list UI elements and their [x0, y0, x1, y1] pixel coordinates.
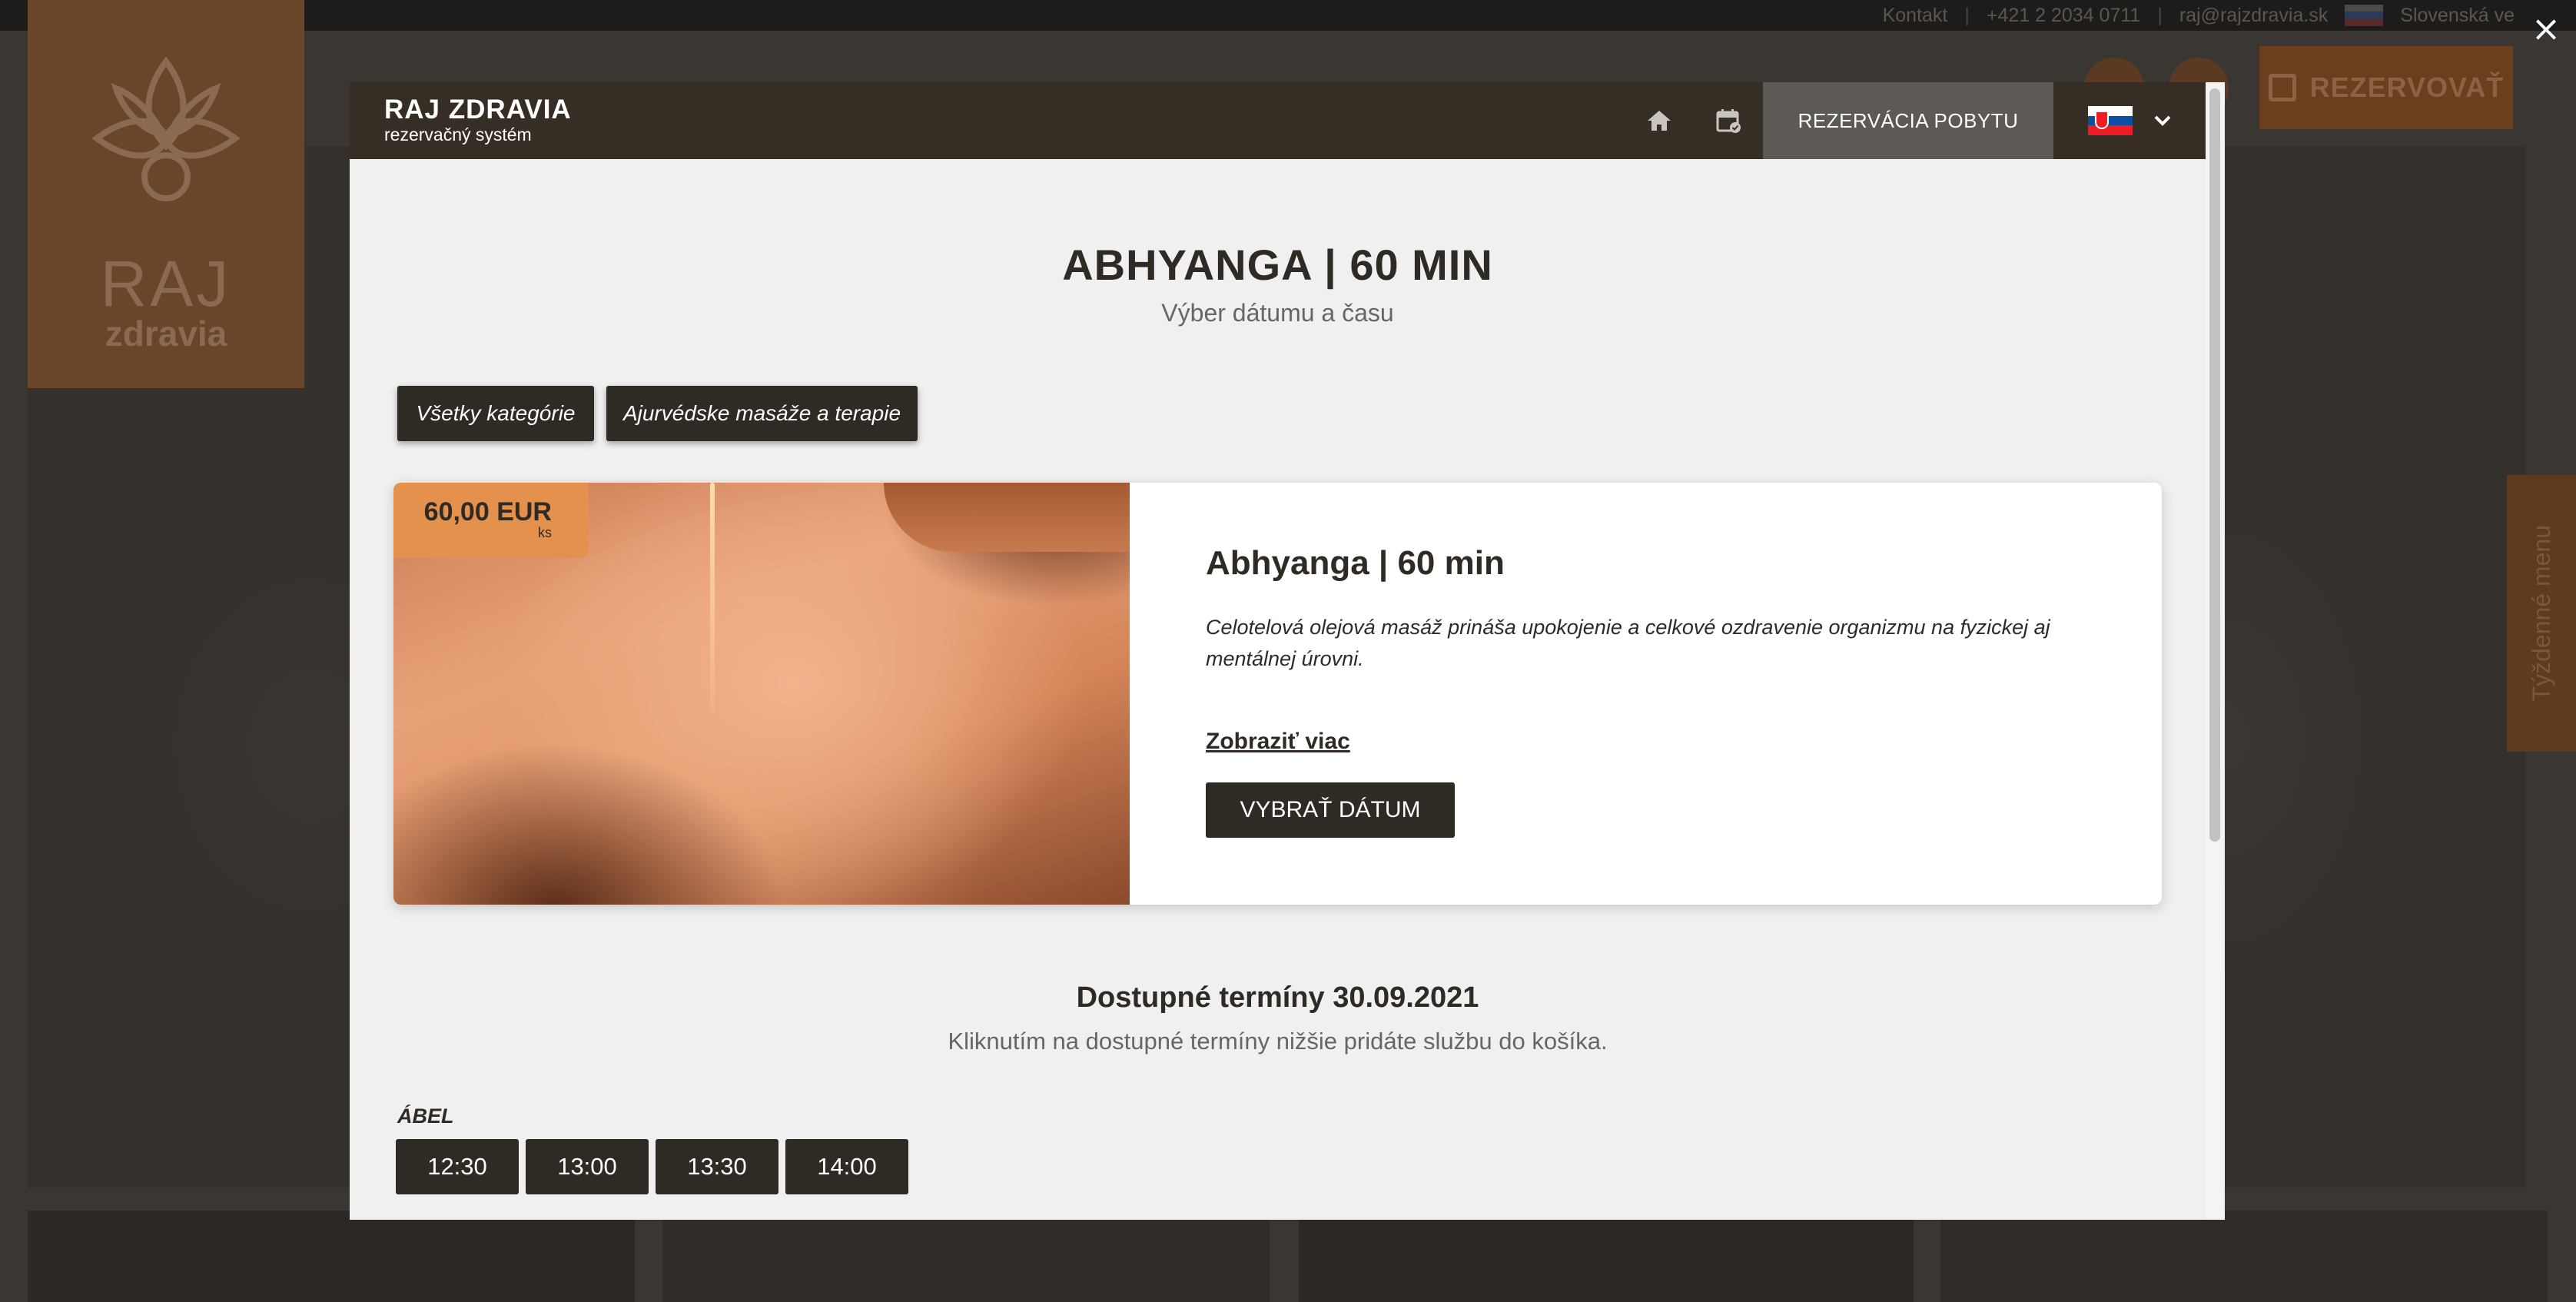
contact-link: Kontakt: [1882, 4, 1948, 26]
gallery-thumb: [662, 1211, 1270, 1302]
availability-title: Dostupné termíny 30.09.2021: [1076, 981, 1479, 1014]
oil-drip-detail: [710, 483, 715, 713]
staff-name: ÁBEL: [397, 1104, 454, 1128]
divider: |: [2157, 4, 2163, 26]
time-slots: 12:30 13:00 13:30 14:00: [396, 1139, 908, 1194]
modal-header: RAJ ZDRAVIA rezervačný systém REZERVÁCIA…: [350, 82, 2206, 159]
site-reserve-button: REZERVOVAŤ: [2259, 46, 2513, 129]
booking-modal: RAJ ZDRAVIA rezervačný systém REZERVÁCIA…: [350, 82, 2225, 1220]
price-value: 60,00 EUR: [423, 497, 552, 527]
price-badge: 60,00 EUR ks: [393, 483, 589, 558]
language-link: Slovenská ve: [2400, 4, 2515, 26]
page-title: ABHYANGA | 60 MIN: [1062, 241, 1493, 289]
show-more-link[interactable]: Zobraziť viac: [1206, 729, 1350, 755]
service-title: Abhyanga | 60 min: [1206, 544, 1505, 582]
page-subtitle: Výber dátumu a času: [1161, 299, 1394, 327]
tab-reserve-stay[interactable]: REZERVÁCIA POBYTU: [1763, 82, 2053, 159]
weekly-menu-label: Týždenné menu: [2527, 525, 2555, 702]
scrollbar-thumb[interactable]: [2209, 88, 2220, 842]
email-link: raj@rajzdravia.sk: [2179, 4, 2329, 26]
brand[interactable]: RAJ ZDRAVIA rezervačný systém: [350, 95, 1625, 146]
site-reserve-label: REZERVOVAŤ: [2309, 71, 2505, 103]
flag-icon: [2345, 5, 2384, 26]
logo-text: RAJ: [100, 247, 232, 320]
gallery-thumb: [28, 1211, 635, 1302]
hand-image-detail: [884, 483, 1130, 552]
home-icon[interactable]: [1625, 82, 1694, 159]
language-selector[interactable]: [2053, 82, 2206, 159]
category-ayurveda-button[interactable]: Ajurvédske masáže a terapie: [606, 386, 918, 441]
chevron-down-icon: [2154, 115, 2171, 126]
logo-subtext: zdravia: [105, 314, 227, 354]
divider: |: [1964, 4, 1970, 26]
site-logo: RAJ zdravia: [28, 0, 304, 388]
weekly-menu-tab: Týždenné menu: [2507, 475, 2576, 752]
scrollbar[interactable]: [2206, 82, 2225, 1220]
time-slot-button[interactable]: 13:00: [526, 1139, 649, 1194]
brand-title: RAJ ZDRAVIA: [384, 94, 572, 125]
time-slot-button[interactable]: 13:30: [656, 1139, 778, 1194]
close-icon[interactable]: ×: [2528, 11, 2564, 46]
availability-subtitle: Kliknutím na dostupné termíny nižšie pri…: [948, 1028, 1608, 1055]
phone-link: +421 2 2034 0711: [1986, 4, 2141, 26]
calendar-check-icon[interactable]: [1694, 82, 1763, 159]
slovak-flag-icon: [2088, 106, 2133, 135]
category-all-button[interactable]: Všetky kategórie: [397, 386, 594, 441]
price-unit: ks: [538, 525, 552, 541]
lotus-icon: [91, 56, 241, 201]
time-slot-button[interactable]: 14:00: [785, 1139, 908, 1194]
service-card: 60,00 EUR ks Abhyanga | 60 min Celotelov…: [393, 483, 2162, 905]
choose-date-button[interactable]: VYBRAŤ DÁTUM: [1206, 782, 1455, 838]
gallery-thumb: [1940, 1211, 2548, 1302]
service-description: Celotelová olejová masáž prináša upokoje…: [1206, 616, 2050, 670]
brand-subtitle: rezervačný systém: [384, 125, 532, 145]
calendar-icon: [2268, 74, 2296, 101]
gallery-thumb: [1299, 1211, 1914, 1302]
site-top-links: Kontakt | +421 2 2034 0711 | raj@rajzdra…: [1883, 0, 2515, 31]
time-slot-button[interactable]: 12:30: [396, 1139, 519, 1194]
